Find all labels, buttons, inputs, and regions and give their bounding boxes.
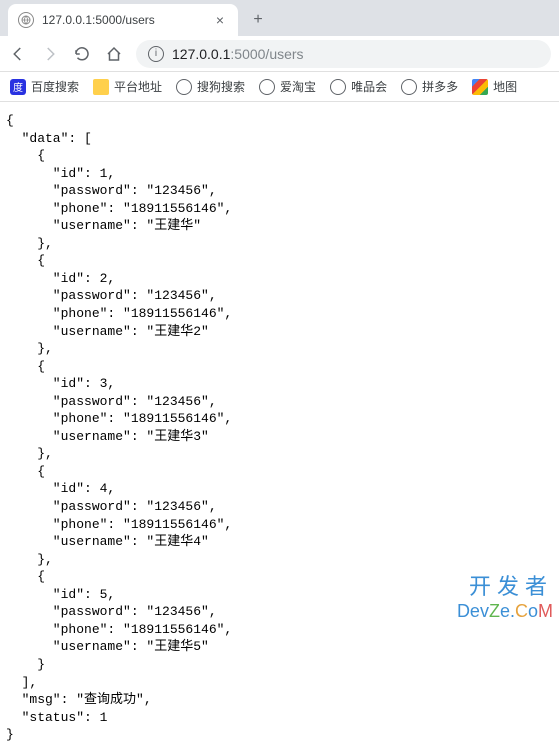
- tab-bar: 127.0.0.1:5000/users × +: [0, 0, 559, 36]
- new-tab-button[interactable]: +: [244, 6, 272, 34]
- url-host: 127.0.0.1: [172, 46, 230, 62]
- reload-button[interactable]: [72, 44, 92, 64]
- bookmark-baidu[interactable]: 度 百度搜索: [10, 78, 79, 95]
- baidu-icon: 度: [10, 79, 26, 95]
- maps-icon: [472, 79, 488, 95]
- url-text: 127.0.0.1:5000/users: [172, 46, 304, 62]
- globe-icon: [176, 79, 192, 95]
- bookmark-maps[interactable]: 地图: [472, 78, 517, 95]
- toolbar: i 127.0.0.1:5000/users: [0, 36, 559, 72]
- forward-button[interactable]: [40, 44, 60, 64]
- json-response-body: { "data": [ { "id": 1, "password": "1234…: [0, 102, 559, 754]
- globe-icon: [259, 79, 275, 95]
- back-button[interactable]: [8, 44, 28, 64]
- bookmark-platform[interactable]: 平台地址: [93, 78, 162, 95]
- home-button[interactable]: [104, 44, 124, 64]
- close-icon[interactable]: ×: [212, 12, 228, 28]
- bookmarks-bar: 度 百度搜索 平台地址 搜狗搜索 爱淘宝 唯品会 拼多多 地图: [0, 72, 559, 102]
- bookmark-pdd[interactable]: 拼多多: [401, 78, 458, 95]
- browser-tab[interactable]: 127.0.0.1:5000/users ×: [8, 4, 238, 36]
- tab-title: 127.0.0.1:5000/users: [42, 13, 204, 27]
- globe-icon: [401, 79, 417, 95]
- info-icon[interactable]: i: [148, 46, 164, 62]
- bookmark-label: 搜狗搜索: [197, 78, 245, 95]
- bookmark-label: 唯品会: [351, 78, 387, 95]
- bookmark-label: 地图: [493, 78, 517, 95]
- bookmark-label: 平台地址: [114, 78, 162, 95]
- address-bar[interactable]: i 127.0.0.1:5000/users: [136, 40, 551, 68]
- bookmark-aitaobao[interactable]: 爱淘宝: [259, 78, 316, 95]
- url-path: :5000/users: [230, 46, 303, 62]
- bookmark-label: 拼多多: [422, 78, 458, 95]
- bookmark-label: 百度搜索: [31, 78, 79, 95]
- bookmark-sogou[interactable]: 搜狗搜索: [176, 78, 245, 95]
- globe-icon: [18, 12, 34, 28]
- bookmark-vip[interactable]: 唯品会: [330, 78, 387, 95]
- globe-icon: [330, 79, 346, 95]
- bookmark-label: 爱淘宝: [280, 78, 316, 95]
- folder-icon: [93, 79, 109, 95]
